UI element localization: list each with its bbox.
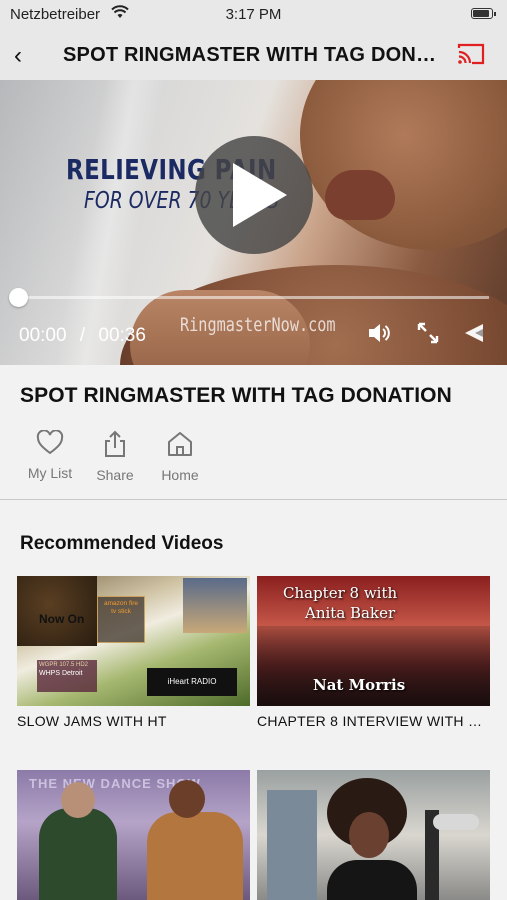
thumb-artist-text: Anita Baker [305, 604, 396, 622]
thumb-chapter-text: Chapter 8 with [283, 584, 398, 602]
video-title: SPOT RINGMASTER WITH TAG DONATION [20, 384, 452, 407]
play-icon [233, 163, 287, 227]
volume-icon[interactable] [366, 320, 392, 351]
share-icon [102, 430, 128, 462]
video-thumbnail: Now On amazon fire tv stick WGPR 107.5 H… [17, 576, 250, 706]
duration: 00:36 [98, 325, 146, 346]
video-thumbnail: THE NEW DANCE SHOW [17, 770, 250, 900]
thumb-iheart-box: iHeart RADIO [147, 668, 237, 696]
video-thumbnail [257, 770, 490, 900]
my-list-label: My List [27, 465, 73, 481]
navigation-bar: ‹ SPOT RINGMASTER WITH TAG DONATION [0, 30, 507, 80]
home-label: Home [161, 467, 199, 483]
share-label: Share [96, 467, 134, 483]
video-card-title: SLOW JAMS WITH HT [17, 713, 167, 729]
time-display: 00:00 / 00:36 [19, 325, 146, 347]
thumb-mic [433, 814, 479, 830]
video-card-title: CHAPTER 8 INTERVIEW WITH RUNI [257, 713, 490, 729]
progress-track[interactable] [19, 296, 489, 299]
status-bar: Netzbetreiber 3:17 PM [0, 0, 507, 30]
thumb-face [349, 812, 389, 858]
thumb-face-right [169, 780, 205, 818]
home-icon [166, 432, 194, 462]
time-separator: / [79, 325, 86, 346]
section-divider [0, 499, 507, 500]
video-player[interactable]: RELIEVING PAIN FOR OVER 70 YEARS Ringmas… [0, 80, 507, 365]
thumb-person-left [39, 808, 117, 900]
cast-icon[interactable] [457, 43, 485, 70]
play-button[interactable] [195, 136, 313, 254]
video-frame-lips [325, 170, 395, 220]
recommended-heading: Recommended Videos [20, 533, 224, 554]
video-info: SPOT RINGMASTER WITH TAG DONATION My Lis… [0, 365, 507, 500]
my-list-button[interactable]: My List [20, 429, 80, 481]
current-time: 00:00 [19, 325, 67, 346]
thumb-face-left [61, 782, 95, 818]
clock: 3:17 PM [225, 6, 282, 23]
thumb-station-box: WGPR 107.5 HD2 WHPS Detroit [37, 660, 97, 692]
thumb-studio-panel [267, 790, 317, 900]
fullscreen-icon[interactable] [415, 320, 441, 351]
video-thumbnail: Chapter 8 with Anita Baker Nat Morris [257, 576, 490, 706]
heart-icon [36, 429, 64, 460]
thumb-body [327, 860, 417, 900]
share-button[interactable]: Share [85, 430, 145, 483]
thumb-text-now-on: Now On [39, 612, 85, 626]
airplay-icon[interactable] [461, 320, 487, 351]
thumb-host-inset [183, 578, 247, 633]
thumb-palm-shape [17, 576, 97, 646]
battery-icon [471, 8, 496, 19]
thumb-name-text: Nat Morris [313, 676, 406, 694]
video-watermark: RingmasterNow.com [180, 314, 336, 336]
thumb-group-shadow [257, 626, 490, 706]
video-frame-face [300, 80, 507, 250]
thumb-firestick-box: amazon fire tv stick [97, 596, 145, 643]
thumb-person-right [147, 812, 243, 900]
back-chevron-icon[interactable]: ‹ [14, 42, 22, 70]
home-button[interactable]: Home [150, 430, 210, 483]
nav-title: SPOT RINGMASTER WITH TAG DONATION [63, 44, 443, 66]
scrub-handle[interactable] [9, 288, 28, 307]
